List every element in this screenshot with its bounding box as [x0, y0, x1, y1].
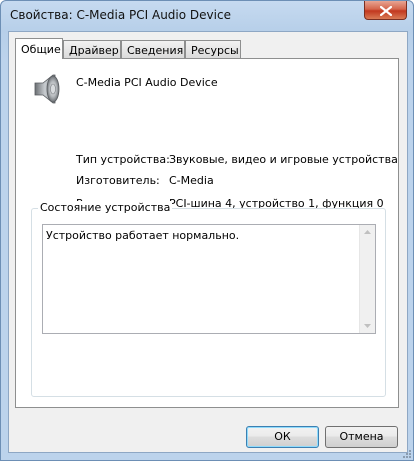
ok-button[interactable]: ОК — [246, 426, 319, 448]
title-bar[interactable]: Свойства: C-Media PCI Audio Device — [1, 1, 413, 31]
scroll-up-icon[interactable] — [364, 230, 371, 234]
device-status-textbox[interactable]: Устройство работает нормально. — [42, 224, 376, 334]
tab-general[interactable]: Общие — [15, 38, 63, 59]
device-status-legend: Состояние устройства — [38, 201, 173, 214]
scroll-down-icon[interactable] — [364, 324, 371, 328]
manufacturer-value: C-Media — [169, 174, 214, 187]
device-type-label: Тип устройства: — [76, 153, 170, 166]
device-status-text: Устройство работает нормально. — [46, 229, 240, 242]
speaker-icon — [34, 74, 60, 104]
general-tab-panel: C-Media PCI Audio Device Тип устройства:… — [15, 58, 399, 408]
status-scrollbar[interactable] — [359, 225, 375, 333]
tab-details[interactable]: Сведения — [121, 40, 185, 58]
close-icon — [380, 6, 392, 16]
close-button[interactable] — [364, 1, 407, 20]
resize-grip-icon[interactable] — [402, 449, 412, 459]
device-type-value: Звуковые, видео и игровые устройства — [169, 153, 398, 166]
device-name: C-Media PCI Audio Device — [76, 76, 218, 89]
properties-dialog: Свойства: C-Media PCI Audio Device Общие… — [0, 0, 414, 461]
cancel-button[interactable]: Отмена — [325, 426, 398, 448]
tab-resources[interactable]: Ресурсы — [185, 40, 241, 58]
manufacturer-label: Изготовитель: — [76, 174, 160, 187]
tab-driver[interactable]: Драйвер — [63, 40, 121, 58]
dialog-client-area: Общие Драйвер Сведения Ресурсы C-Media P… — [8, 31, 408, 453]
device-status-group: Состояние устройства Устройство работает… — [31, 201, 386, 397]
window-title: Свойства: C-Media PCI Audio Device — [10, 8, 231, 22]
